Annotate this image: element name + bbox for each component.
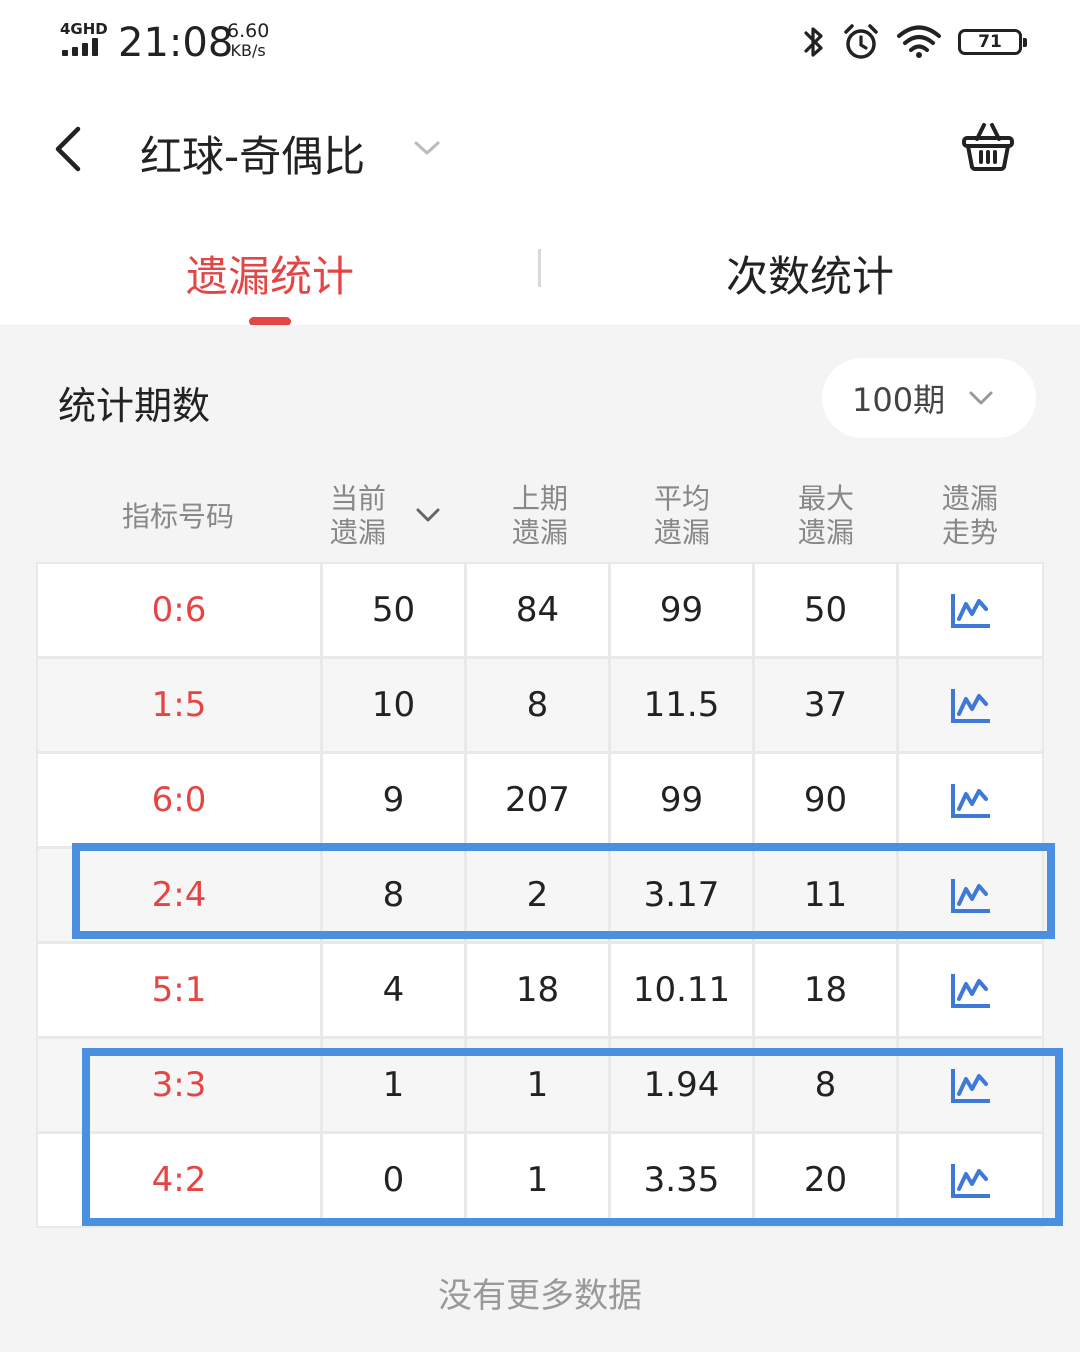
average-omission-cell: 3.17 <box>611 849 752 941</box>
table-row: 0:6 50 84 99 50 <box>38 564 1044 656</box>
tab-count-stats[interactable]: 次数统计 <box>680 243 940 304</box>
table-row: 4:2 0 1 3.35 20 <box>38 1134 1044 1226</box>
previous-omission-cell: 18 <box>467 944 608 1036</box>
current-omission-cell: 1 <box>323 1039 464 1131</box>
tab-divider <box>538 249 541 287</box>
clock: 21:08 <box>118 20 234 66</box>
current-omission-cell: 8 <box>323 849 464 941</box>
table-row: 5:1 4 18 10.11 18 <box>38 944 1044 1036</box>
omission-table: 0:6 50 84 99 50 1:5 10 8 11.5 37 6:0 9 2… <box>36 562 1044 1228</box>
header-current-omission[interactable]: 当前 遗漏 <box>330 482 425 550</box>
current-omission-cell: 10 <box>323 659 464 751</box>
trend-cell[interactable] <box>899 1134 1042 1226</box>
current-omission-cell: 4 <box>323 944 464 1036</box>
ratio-cell: 5:1 <box>38 944 320 1036</box>
max-omission-cell: 11 <box>755 849 896 941</box>
chevron-down-icon[interactable] <box>410 133 444 163</box>
header-max-omission: 最大 遗漏 <box>797 482 854 549</box>
trend-cell[interactable] <box>899 564 1042 656</box>
previous-omission-cell: 1 <box>467 1134 608 1226</box>
average-omission-cell: 10.11 <box>611 944 752 1036</box>
trend-chart-icon[interactable] <box>950 1066 992 1104</box>
bluetooth-icon <box>804 27 823 57</box>
average-omission-cell: 11.5 <box>611 659 752 751</box>
no-more-data-text: 没有更多数据 <box>438 1276 642 1316</box>
app-header: 红球-奇偶比 <box>0 95 1080 205</box>
table-row: 2:4 8 2 3.17 11 <box>38 849 1044 941</box>
signal-icon <box>62 38 106 56</box>
trend-chart-icon[interactable] <box>950 686 992 724</box>
trend-chart-icon[interactable] <box>950 591 992 629</box>
ratio-cell: 4:2 <box>38 1134 320 1226</box>
ratio-cell: 6:0 <box>38 754 320 846</box>
period-value: 100期 <box>852 381 946 419</box>
max-omission-cell: 8 <box>755 1039 896 1131</box>
status-bar: 4GHD 21:08 6.60 KB/s 71 <box>0 0 1080 90</box>
trend-chart-icon[interactable] <box>950 876 992 914</box>
ratio-cell: 3:3 <box>38 1039 320 1131</box>
trend-chart-icon[interactable] <box>950 781 992 819</box>
average-omission-cell: 3.35 <box>611 1134 752 1226</box>
header-omission-trend: 遗漏 走势 <box>941 482 998 549</box>
max-omission-cell: 20 <box>755 1134 896 1226</box>
ratio-cell: 0:6 <box>38 564 320 656</box>
period-select[interactable]: 100期 <box>822 358 1036 438</box>
chevron-down-icon <box>969 391 993 405</box>
table-row: 6:0 9 207 99 90 <box>38 754 1044 846</box>
tab-omission-stats[interactable]: 遗漏统计 <box>140 243 400 304</box>
previous-omission-cell: 207 <box>467 754 608 846</box>
alarm-icon <box>844 24 878 59</box>
previous-omission-cell: 1 <box>467 1039 608 1131</box>
trend-cell[interactable] <box>899 944 1042 1036</box>
trend-cell[interactable] <box>899 754 1042 846</box>
trend-cell[interactable] <box>899 849 1042 941</box>
speed-unit: KB/s <box>230 41 266 60</box>
average-omission-cell: 99 <box>611 754 752 846</box>
wifi-icon <box>897 25 941 58</box>
max-omission-cell: 50 <box>755 564 896 656</box>
ratio-cell: 1:5 <box>38 659 320 751</box>
page-title[interactable]: 红球-奇偶比 <box>140 123 365 184</box>
current-omission-cell: 9 <box>323 754 464 846</box>
average-omission-cell: 1.94 <box>611 1039 752 1131</box>
average-omission-cell: 99 <box>611 564 752 656</box>
trend-cell[interactable] <box>899 659 1042 751</box>
header-indicator: 指标号码 <box>121 500 234 533</box>
table-row: 1:5 10 8 11.5 37 <box>38 659 1044 751</box>
previous-omission-cell: 84 <box>467 564 608 656</box>
network-type: 4GHD <box>60 20 108 38</box>
max-omission-cell: 18 <box>755 944 896 1036</box>
previous-omission-cell: 2 <box>467 849 608 941</box>
battery-icon: 71 <box>958 29 1027 55</box>
trend-cell[interactable] <box>899 1039 1042 1131</box>
period-label: 统计期数 <box>58 384 211 428</box>
current-omission-cell: 50 <box>323 564 464 656</box>
tab-bar: 遗漏统计 次数统计 <box>0 215 1080 326</box>
previous-omission-cell: 8 <box>467 659 608 751</box>
current-omission-cell: 0 <box>323 1134 464 1226</box>
sort-chevron-icon[interactable] <box>414 504 442 526</box>
trend-chart-icon[interactable] <box>950 1161 992 1199</box>
speed-value: 6.60 <box>227 20 270 42</box>
network-speed: 6.60 KB/s <box>227 20 270 61</box>
trend-chart-icon[interactable] <box>950 971 992 1009</box>
table-row: 3:3 1 1 1.94 8 <box>38 1039 1044 1131</box>
header-previous-omission: 上期 遗漏 <box>511 482 568 549</box>
max-omission-cell: 37 <box>755 659 896 751</box>
header-average-omission: 平均 遗漏 <box>653 482 710 549</box>
back-arrow-icon[interactable] <box>48 123 92 175</box>
max-omission-cell: 90 <box>755 754 896 846</box>
ratio-cell: 2:4 <box>38 849 320 941</box>
basket-icon[interactable] <box>960 119 1016 173</box>
